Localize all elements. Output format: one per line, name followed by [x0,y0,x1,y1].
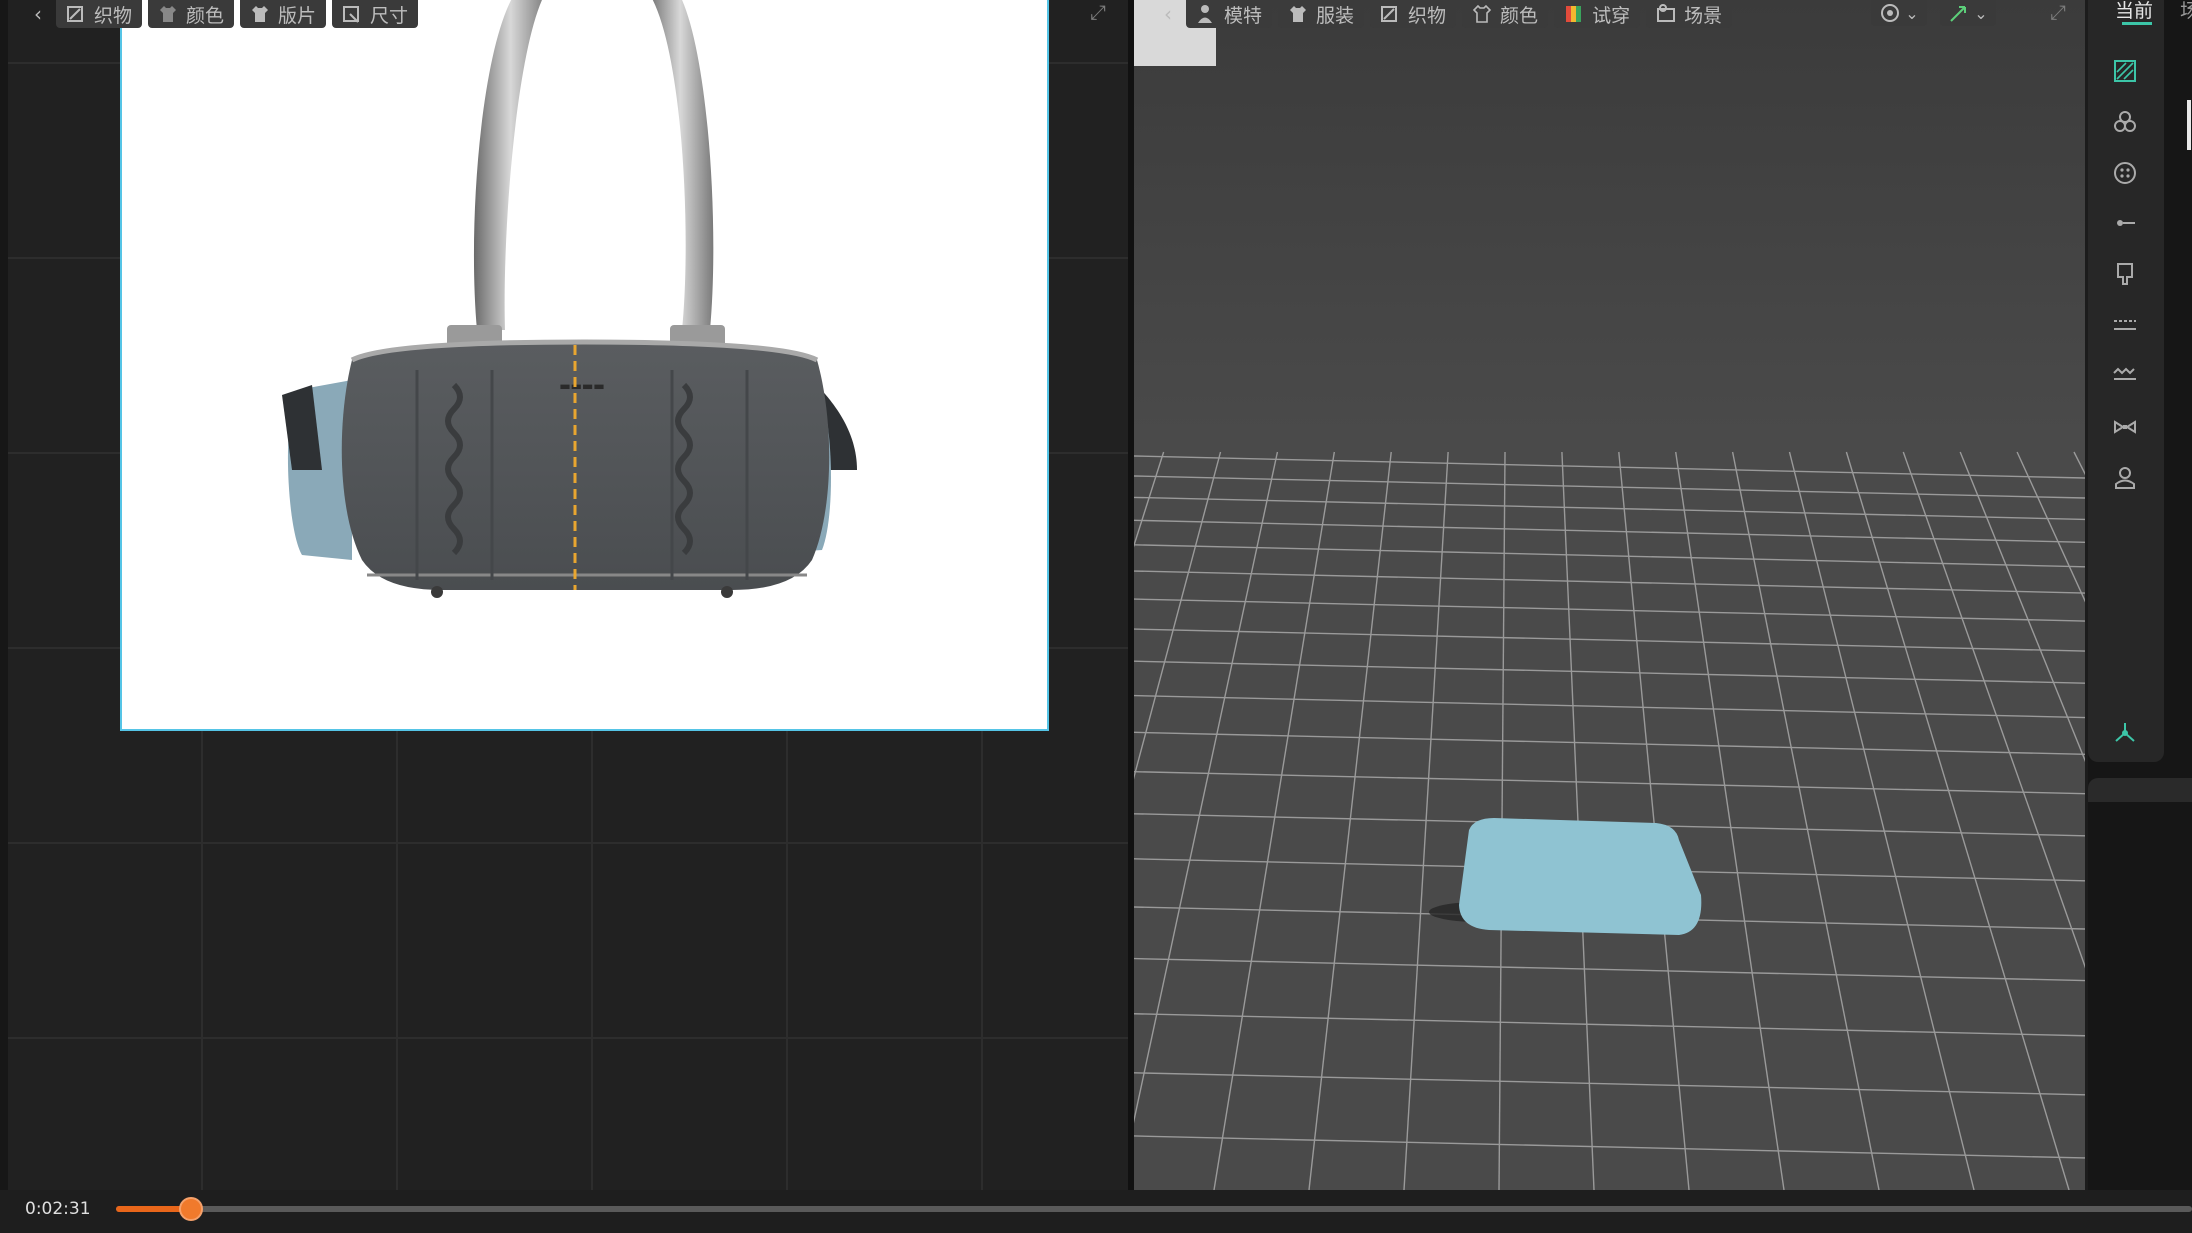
color-shirt-icon [160,6,177,22]
fabric-swatch-icon[interactable] [2110,56,2140,86]
right-sidebar: 当前 场 [2088,0,2192,1190]
expand-icon[interactable]: ⤢ [2050,0,2066,24]
collapse-button[interactable]: ‹ [1156,0,1180,28]
color-button[interactable]: 颜色 [1462,0,1549,28]
tab-current[interactable]: 当前 [2115,0,2153,23]
try-on-button[interactable]: 试穿 [1554,0,1641,28]
transform-tool-dropdown[interactable]: ⌄ [1940,0,1996,26]
fabric-icon [67,6,83,22]
right-toolbar: ‹ 模特 服装 织物 颜色 试穿 场景 [1156,0,1733,28]
render-mode-dropdown[interactable]: ⌄ [1871,0,1927,26]
playback-time: 0:02:31 [25,1199,91,1219]
zigzag-stitch-icon[interactable] [2110,361,2140,391]
avatar-icon [1198,5,1212,23]
render-mode-icon [1881,4,1900,22]
bow-icon[interactable] [2110,412,2140,442]
axis-gizmo-icon[interactable] [2110,718,2140,748]
pattern-piece-icon [252,6,269,22]
chevron-down-icon: ⌄ [1974,3,1988,23]
panel-footer [2088,778,2192,802]
pattern-2d-window[interactable]: ▬▬▬▬ ‹ 织物 颜色 版片 尺寸 ⤢ [0,0,1128,1190]
tag-icon[interactable] [2110,259,2140,289]
svg-text:▬▬▬▬: ▬▬▬▬ [559,379,604,393]
garment-button-label: 服装 [1316,4,1355,27]
garment-pattern-piece [1459,818,1702,935]
scroll-indicator[interactable] [2187,100,2191,150]
viewport-3d-window[interactable]: ‹ 模特 服装 织物 颜色 试穿 场景 ⌄ ⌄ ⤢ [1134,0,2085,1190]
color-button-label: 颜色 [1500,4,1539,27]
try-on-icon [1566,6,1582,22]
scene-icon [1657,4,1676,22]
expand-icon[interactable]: ⤢ [1090,0,1106,24]
avatar-person-icon[interactable] [2110,463,2140,493]
stitch-line-icon[interactable] [2110,310,2140,340]
color-shirt-icon [1472,4,1492,23]
tab-active-indicator [2122,22,2152,25]
handbag-photo: ▬▬▬▬ [282,0,857,598]
seek-track[interactable] [116,1206,2192,1212]
collapse-button[interactable]: ‹ [26,0,50,28]
fabric-button-label: 织物 [1408,4,1447,27]
garment-button[interactable]: 服装 [1278,0,1365,28]
chevron-left-icon: ‹ [34,2,42,26]
seek-handle[interactable] [178,1197,203,1221]
chevron-down-icon: ⌄ [1905,3,1919,23]
tool-column [2088,0,2164,762]
pattern-piece-button[interactable]: 版片 [240,0,327,28]
scene-button-label: 场景 [1684,4,1723,27]
garment-icon [1290,6,1307,22]
fabric-button[interactable]: 织物 [56,0,143,28]
transform-tool-icon [1950,6,1967,22]
left-toolbar: ‹ 织物 颜色 版片 尺寸 [26,0,419,28]
size-icon [343,6,360,23]
color-button-label: 颜色 [186,4,225,27]
fabric-button-label: 织物 [94,4,133,27]
avatar-button-label: 模特 [1224,4,1263,27]
chevron-left-icon: ‹ [1164,2,1172,26]
button-icon[interactable] [2110,107,2140,137]
reference-image: ▬▬▬▬ [120,0,1049,731]
scene-button[interactable]: 场景 [1646,0,1733,28]
floor-grid [1134,450,2085,1190]
pattern-piece-button-label: 版片 [278,4,317,27]
snap-button-icon[interactable] [2110,158,2140,188]
fabric-button[interactable]: 织物 [1370,0,1457,28]
size-button[interactable]: 尺寸 [332,0,419,28]
size-button-label: 尺寸 [370,4,409,27]
color-button[interactable]: 颜色 [148,0,235,28]
zipper-pull-icon[interactable] [2110,208,2140,238]
try-on-button-label: 试穿 [1592,4,1631,27]
tab-scene[interactable]: 场 [2180,0,2192,23]
avatar-button[interactable]: 模特 [1186,0,1273,28]
fabric-icon [1381,6,1398,22]
